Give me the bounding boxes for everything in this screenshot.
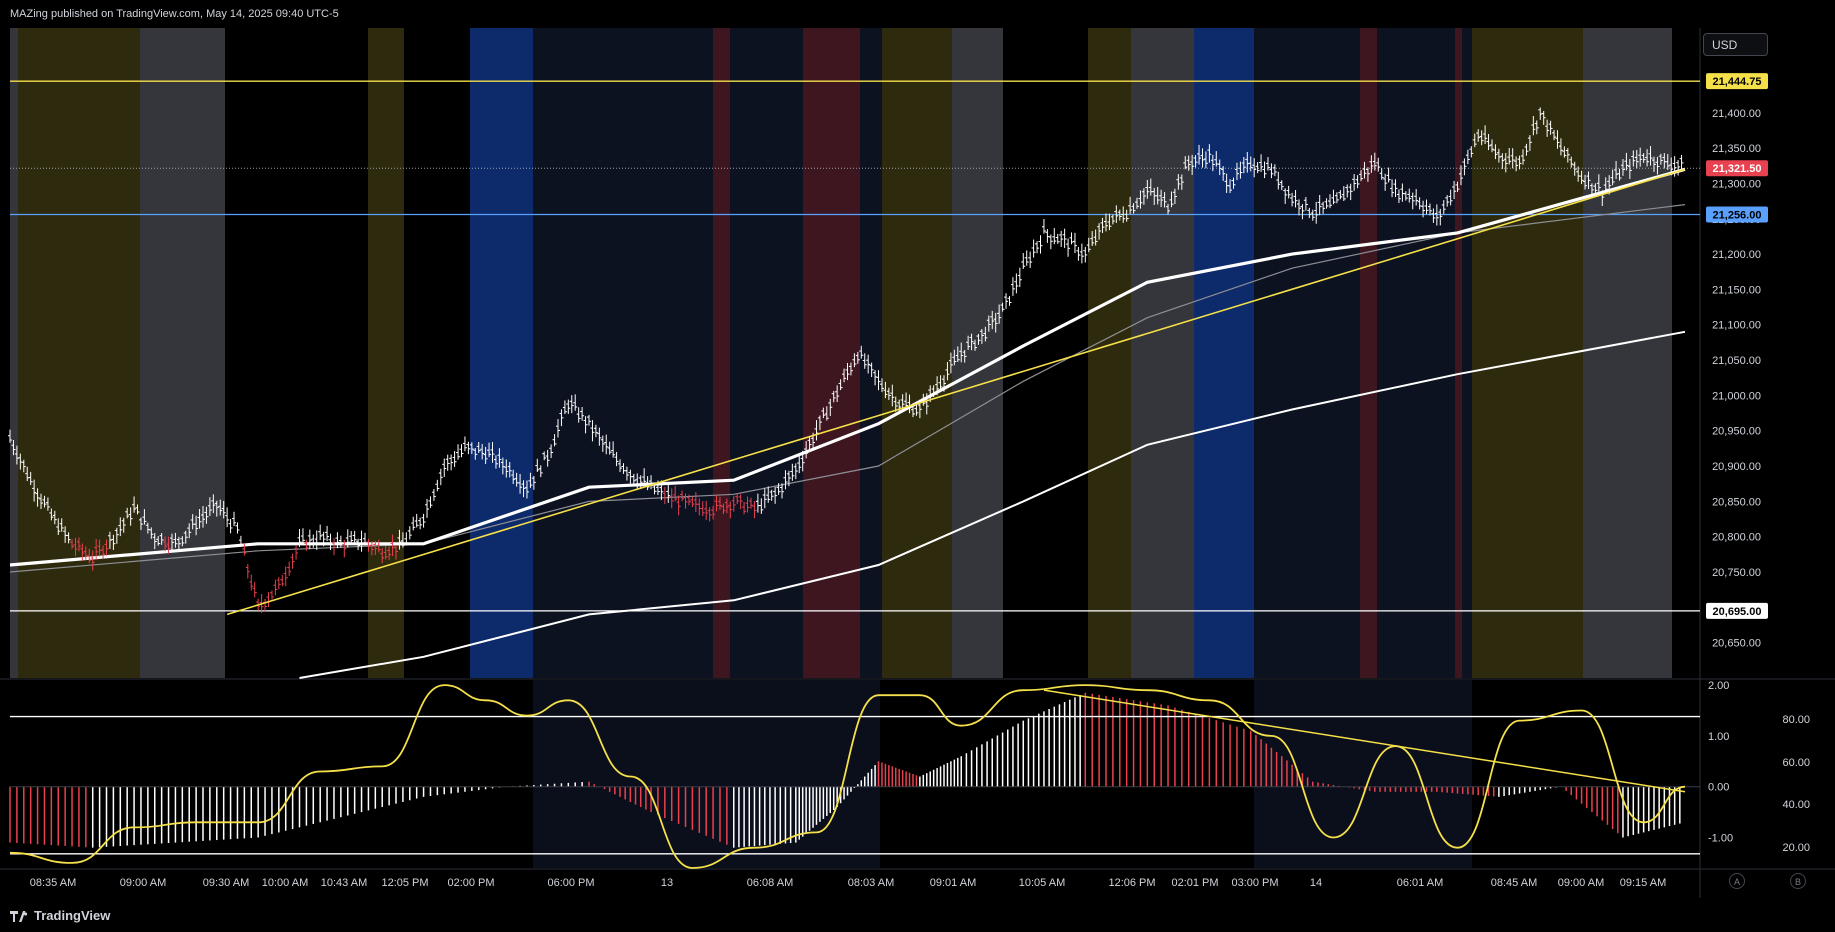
price-tag: 21,321.50	[1706, 160, 1768, 177]
time-axis-tick: 03:00 PM	[1231, 877, 1278, 889]
price-axis-tick: 20,650.00	[1712, 638, 1761, 650]
time-axis-tick: 09:30 AM	[203, 877, 249, 889]
auto-scale-button[interactable]: A	[1729, 873, 1745, 889]
price-axis-tick: 21,200.00	[1712, 249, 1761, 261]
b-button[interactable]: B	[1790, 873, 1806, 889]
price-axis-tick: 20,900.00	[1712, 461, 1761, 473]
session-band	[1360, 28, 1377, 678]
price-tag-label: 21,321.50	[1713, 163, 1762, 175]
time-axis-tick: 08:45 AM	[1491, 877, 1537, 889]
session-band	[1455, 28, 1462, 678]
price-axis-tick: 21,300.00	[1712, 178, 1761, 190]
time-axis-tick: 08:35 AM	[30, 877, 76, 889]
session-band	[1088, 28, 1131, 678]
oscillator-axis-tick: 2.00	[1708, 680, 1729, 692]
footer-bar	[0, 898, 1835, 932]
tradingview-brand[interactable]: TradingView	[10, 908, 110, 923]
oscillator-right-tick: 20.00	[1782, 842, 1810, 854]
time-axis-tick: 10:05 AM	[1019, 877, 1065, 889]
session-band	[1254, 28, 1360, 678]
tradingview-logo-icon	[10, 910, 30, 922]
oscillator-right-tick: 40.00	[1782, 799, 1810, 811]
time-axis-tick: 13	[661, 877, 673, 889]
price-axis-tick: 20,800.00	[1712, 532, 1761, 544]
price-tag-label: 21,444.75	[1713, 76, 1762, 88]
oscillator-axis-tick: 0.00	[1708, 782, 1729, 794]
session-band	[860, 28, 882, 678]
oscillator-axis-tick: 1.00	[1708, 731, 1729, 743]
time-axis-tick: 06:08 AM	[747, 877, 793, 889]
time-axis-tick: 09:00 AM	[1558, 877, 1604, 889]
price-chart[interactable]: 20,650.0020,700.0020,750.0020,800.0020,8…	[0, 0, 1835, 932]
price-axis-tick: 20,950.00	[1712, 426, 1761, 438]
oscillator-right-tick: 80.00	[1782, 714, 1810, 726]
time-axis-tick: 02:00 PM	[447, 877, 494, 889]
session-band	[533, 28, 713, 678]
session-band	[470, 28, 533, 678]
price-axis-tick: 21,050.00	[1712, 355, 1761, 367]
time-axis-tick: 09:01 AM	[930, 877, 976, 889]
session-band	[1194, 28, 1254, 678]
currency-button[interactable]: USD	[1703, 33, 1768, 56]
session-band	[10, 28, 18, 678]
time-axis-tick: 12:06 PM	[1108, 877, 1155, 889]
time-axis-tick: 14	[1310, 877, 1322, 889]
price-tag: 21,444.75	[1706, 73, 1768, 90]
oscillator-axis-tick: -1.00	[1708, 833, 1733, 845]
price-axis-tick: 21,000.00	[1712, 390, 1761, 402]
session-band	[18, 28, 140, 678]
brand-label: TradingView	[34, 908, 111, 923]
session-band	[1377, 28, 1455, 678]
time-axis-tick: 10:43 AM	[321, 877, 367, 889]
session-band	[713, 28, 730, 678]
session-band	[730, 28, 803, 678]
time-axis-tick: 12:05 PM	[381, 877, 428, 889]
time-axis-tick: 06:00 PM	[547, 877, 594, 889]
price-axis-tick: 21,400.00	[1712, 108, 1761, 120]
session-band	[882, 28, 952, 678]
session-band	[1131, 28, 1194, 678]
price-tag: 21,256.00	[1706, 206, 1768, 223]
session-band	[140, 28, 225, 678]
time-axis-tick: 09:00 AM	[120, 877, 166, 889]
time-axis-tick: 10:00 AM	[262, 877, 308, 889]
time-axis-tick: 09:15 AM	[1620, 877, 1666, 889]
time-axis-tick: 02:01 PM	[1171, 877, 1218, 889]
price-tag: 20,695.00	[1706, 602, 1768, 619]
session-band	[368, 28, 404, 678]
price-axis-tick: 21,150.00	[1712, 284, 1761, 296]
price-tag-label: 21,256.00	[1713, 210, 1762, 222]
price-axis-tick: 20,850.00	[1712, 496, 1761, 508]
price-axis-tick: 20,750.00	[1712, 567, 1761, 579]
session-band	[533, 680, 880, 868]
time-axis-tick: 08:03 AM	[848, 877, 894, 889]
price-axis-tick: 21,350.00	[1712, 143, 1761, 155]
session-band	[1462, 28, 1472, 678]
session-band	[1583, 28, 1672, 678]
price-axis-tick: 21,100.00	[1712, 320, 1761, 332]
session-band	[952, 28, 1003, 678]
price-tag-label: 20,695.00	[1713, 606, 1762, 618]
time-axis-tick: 06:01 AM	[1397, 877, 1443, 889]
oscillator-right-tick: 60.00	[1782, 757, 1810, 769]
